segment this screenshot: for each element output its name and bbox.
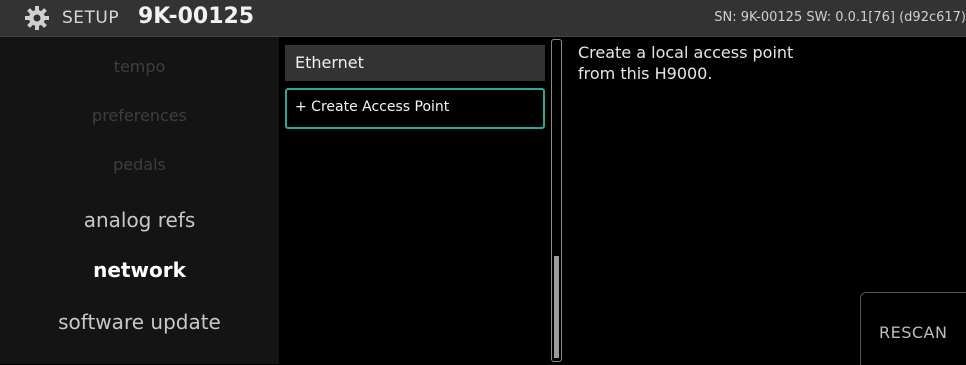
description-text: Create a local access point from this H9… [578,42,908,84]
ethernet-header[interactable]: Ethernet [285,45,545,81]
create-access-point-item[interactable]: + Create Access Point [285,88,545,129]
rescan-label: RESCAN [879,323,948,342]
menu-item-pedals[interactable]: pedals [0,155,279,174]
network-list: Ethernet + Create Access Point [279,37,551,364]
ethernet-header-label: Ethernet [295,53,364,72]
menu-item-software-update[interactable]: software update [0,310,279,334]
menu-item-tempo[interactable]: tempo [0,57,279,76]
description-line-2: from this H9000. [578,64,713,83]
section-title: SETUP [62,8,120,28]
gear-icon [24,5,50,31]
menu-item-analog-refs[interactable]: analog refs [0,208,279,232]
title-bar: SETUP 9K-00125 SN: 9K-00125 SW: 0.0.1[76… [0,0,966,37]
list-scrollbar[interactable] [551,39,562,362]
menu-item-network[interactable]: network [0,258,279,282]
serial-software-info: SN: 9K-00125 SW: 0.0.1[76] (d92c617) [714,10,966,25]
rescan-button[interactable]: RESCAN [860,292,966,365]
menu-item-preferences[interactable]: preferences [0,106,279,125]
create-access-point-label: + Create Access Point [295,99,450,115]
description-line-1: Create a local access point [578,43,794,62]
scrollbar-thumb[interactable] [554,256,559,358]
setup-menu: tempo preferences pedals analog refs net… [0,37,279,364]
device-name: 9K-00125 [138,4,255,29]
